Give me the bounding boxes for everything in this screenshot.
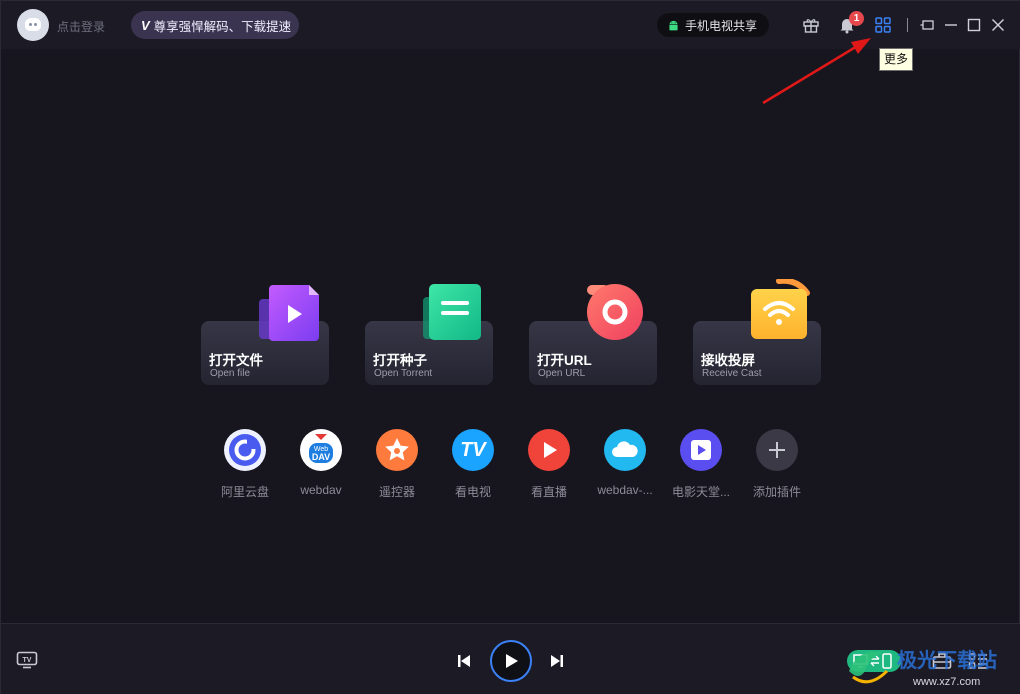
movie-heaven-icon xyxy=(680,429,722,471)
plugin-label: 电影天堂... xyxy=(671,485,730,499)
vip-banner-button[interactable]: V 尊享强悍解码、下载提速 xyxy=(131,11,299,39)
tv-logo-icon: TV xyxy=(452,429,494,471)
webdav-cloud-icon xyxy=(604,429,646,471)
torrent-doc-icon xyxy=(423,284,481,340)
plugin-live[interactable]: 看直播 xyxy=(519,429,579,499)
live-play-icon xyxy=(528,429,570,471)
card-title: 打开文件 xyxy=(209,353,263,368)
play-icon xyxy=(506,654,518,668)
plugin-label: 看电视 xyxy=(454,485,491,499)
plugin-watch-tv[interactable]: TV 看电视 xyxy=(443,429,503,499)
previous-button[interactable] xyxy=(454,651,474,671)
notification-badge: 1 xyxy=(849,11,864,26)
next-button[interactable] xyxy=(547,651,567,671)
tv-cast-icon[interactable]: TV xyxy=(15,650,39,670)
remote-star-icon xyxy=(376,429,418,471)
plugin-label: 遥控器 xyxy=(378,485,415,499)
plugin-label: 阿里云盘 xyxy=(220,485,269,499)
plugin-webdav-2[interactable]: webdav-... xyxy=(595,429,655,499)
more-tooltip: 更多 xyxy=(879,48,913,71)
vip-logo-icon: V xyxy=(141,17,150,33)
mini-mode-icon[interactable] xyxy=(918,15,938,35)
plugin-label: webdav xyxy=(300,483,342,497)
watermark-url: www.xz7.com xyxy=(912,676,980,688)
cast-wifi-icon xyxy=(751,279,810,339)
watermark-text: 极光下载站 xyxy=(897,648,997,672)
close-icon[interactable] xyxy=(988,15,1008,35)
gift-icon[interactable] xyxy=(801,15,821,35)
aliyun-drive-icon xyxy=(224,429,266,471)
card-subtitle: Open file xyxy=(210,368,251,379)
plugin-label: 添加插件 xyxy=(752,485,801,499)
app-window: 点击登录 V 尊享强悍解码、下载提速 手机电视共享 1 更多 打开文件 Open… xyxy=(0,0,1020,694)
add-plugin-icon xyxy=(756,429,798,471)
plugin-label: webdav-... xyxy=(597,483,653,497)
titlebar-divider xyxy=(907,18,908,32)
vip-banner-label: 尊享强悍解码、下载提速 xyxy=(153,19,292,34)
plugin-webdav[interactable]: Web DAV webdav xyxy=(291,429,351,499)
grid-more-icon[interactable] xyxy=(873,15,893,35)
card-title: 打开种子 xyxy=(373,353,427,368)
file-play-icon xyxy=(259,285,319,341)
card-title: 打开URL xyxy=(537,353,592,368)
plugin-label: 看直播 xyxy=(530,485,567,499)
url-link-icon xyxy=(587,284,643,340)
card-subtitle: Open Torrent xyxy=(374,368,433,379)
plugin-add[interactable]: 添加插件 xyxy=(747,429,807,499)
tv-logo-text: TV xyxy=(460,438,486,461)
card-title: 接收投屏 xyxy=(701,353,755,368)
plugin-movie-heaven[interactable]: 电影天堂... xyxy=(671,429,731,499)
plugin-aliyun-drive[interactable]: 阿里云盘 xyxy=(215,429,275,499)
webdav-icon-bottom-text: DAV xyxy=(312,452,330,462)
title-bar: 点击登录 V 尊享强悍解码、下载提速 手机电视共享 1 xyxy=(1,1,1020,49)
card-subtitle: Receive Cast xyxy=(702,368,762,379)
avatar[interactable] xyxy=(17,9,49,41)
webdav-icon: Web DAV xyxy=(300,429,342,471)
minimize-icon[interactable] xyxy=(941,15,961,35)
share-label: 手机电视共享 xyxy=(685,18,758,33)
play-button[interactable] xyxy=(490,640,532,682)
login-link[interactable]: 点击登录 xyxy=(57,18,105,35)
site-watermark: 极光下载站 www.xz7.com xyxy=(843,641,1019,691)
annotation-arrow xyxy=(762,38,871,105)
phone-tv-share-button[interactable]: 手机电视共享 xyxy=(657,13,769,37)
tv-cast-icon-text: TV xyxy=(23,657,32,664)
android-icon xyxy=(669,20,678,30)
card-subtitle: Open URL xyxy=(538,368,586,379)
maximize-icon[interactable] xyxy=(964,15,984,35)
plugin-remote[interactable]: 遥控器 xyxy=(367,429,427,499)
